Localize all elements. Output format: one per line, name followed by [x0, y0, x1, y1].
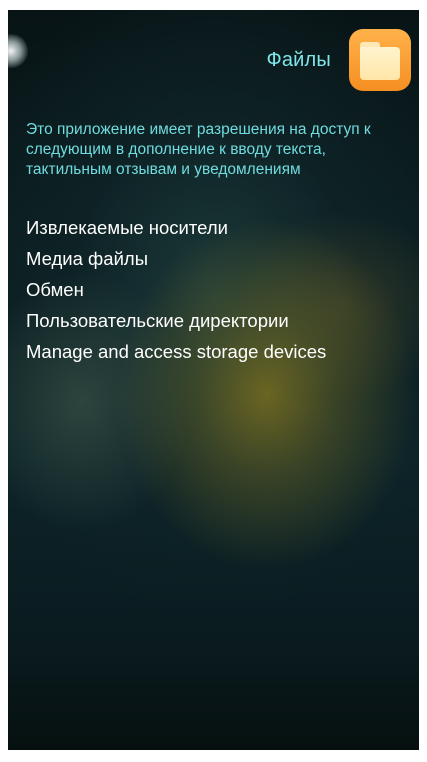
- folder-icon-body: [360, 47, 400, 80]
- app-name: Файлы: [266, 48, 331, 71]
- permissions-list: Извлекаемые носители Медиа файлы Обмен П…: [26, 212, 416, 367]
- folder-icon: [349, 29, 411, 91]
- light-glow-decoration: [8, 34, 28, 68]
- app-header: Файлы: [266, 29, 411, 91]
- permissions-description: Это приложение имеет разрешения на досту…: [26, 121, 371, 178]
- permission-item-removable-media: Извлекаемые носители: [26, 217, 228, 238]
- app-permissions-screen: Файлы Это приложение имеет разрешения на…: [8, 10, 419, 750]
- permission-item-user-directories: Пользовательские директории: [26, 310, 289, 331]
- permission-item-sharing: Обмен: [26, 279, 84, 300]
- permission-item-storage-devices: Manage and access storage devices: [26, 341, 327, 362]
- permission-item-media-files: Медиа файлы: [26, 248, 148, 269]
